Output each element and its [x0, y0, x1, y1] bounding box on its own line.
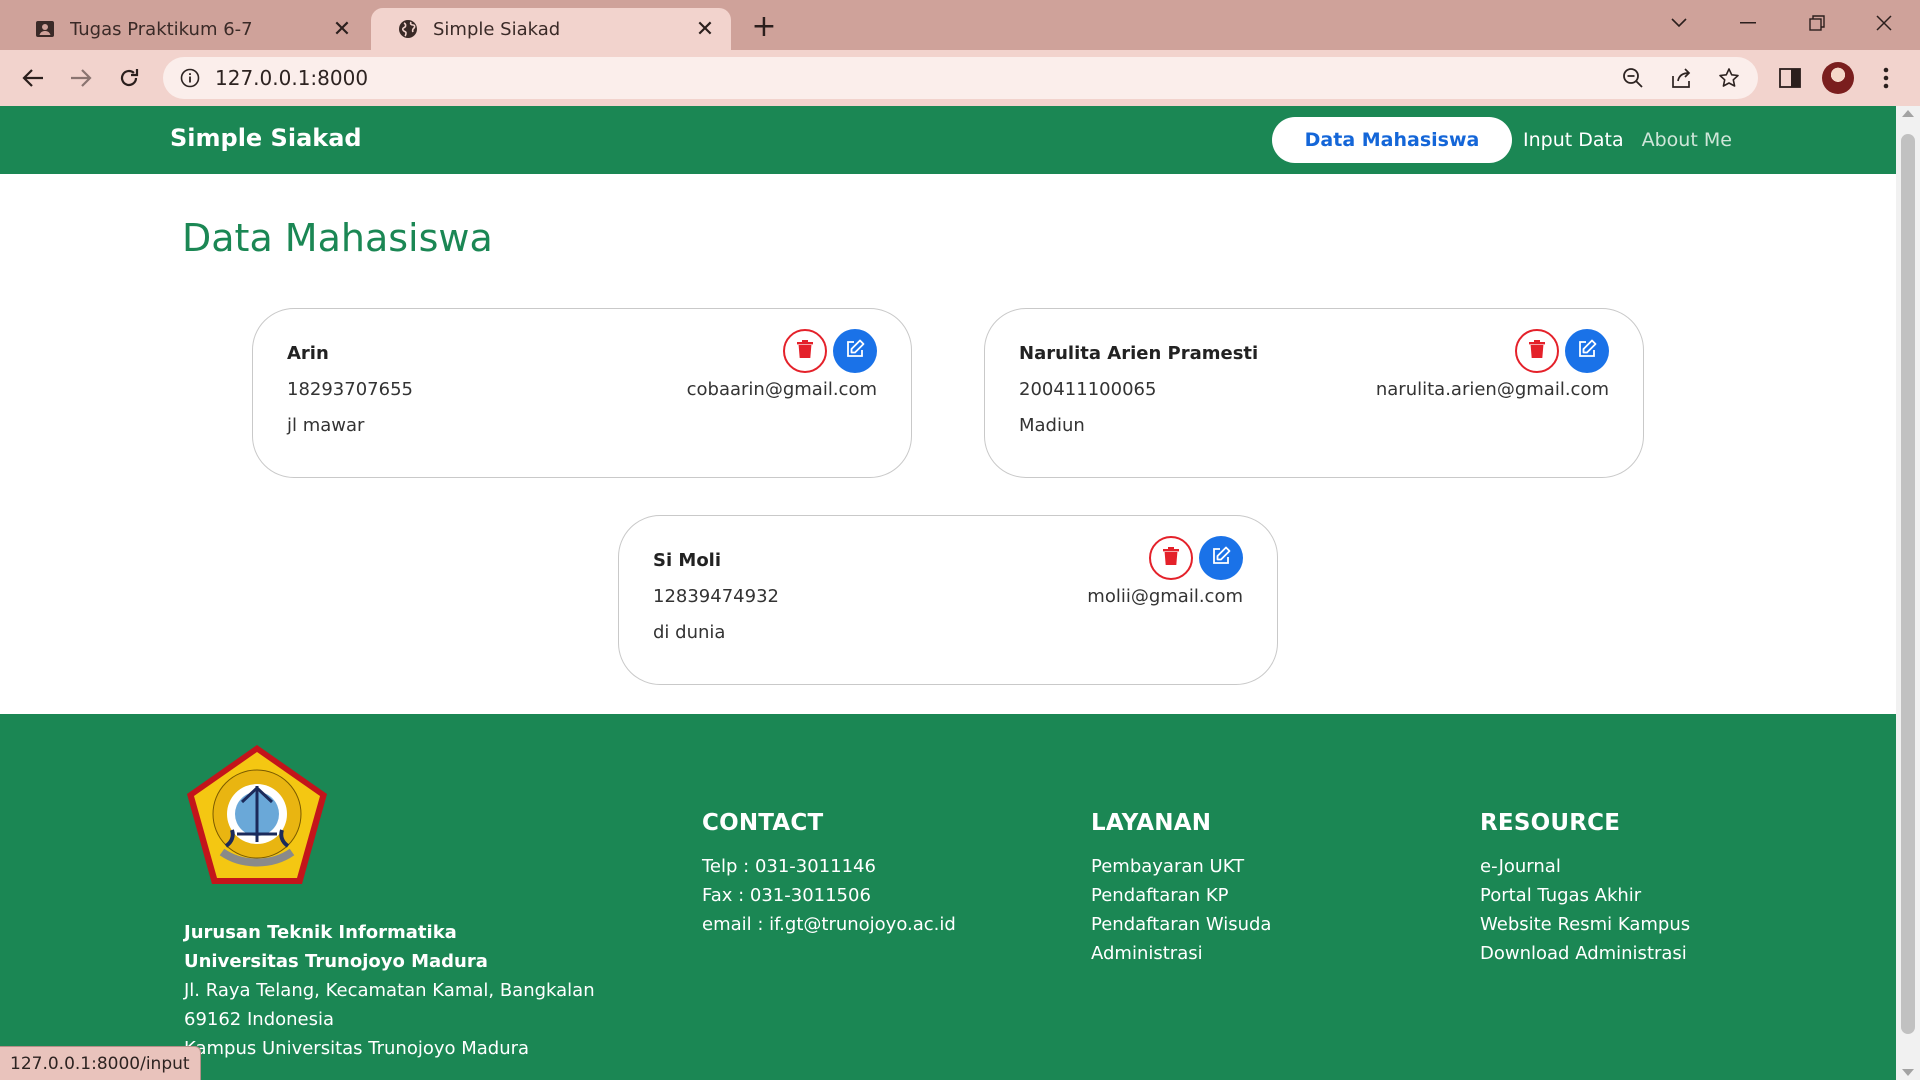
- student-name: Narulita Arien Pramesti: [1019, 343, 1259, 364]
- close-icon[interactable]: ✕: [330, 17, 354, 42]
- tab-tugas-praktikum[interactable]: Tugas Praktikum 6-7 ✕: [8, 8, 368, 50]
- student-nim: 18293707655: [287, 379, 413, 400]
- browser-toolbar: 127.0.0.1:8000: [0, 50, 1920, 106]
- footer-resource-heading: RESOURCE: [1480, 810, 1621, 836]
- scrollbar-thumb[interactable]: [1901, 134, 1915, 1034]
- footer-contact-item: Telp : 031-3011146: [702, 856, 876, 877]
- footer-contact-item: email : if.gt@trunojoyo.ac.id: [702, 914, 956, 935]
- share-icon[interactable]: [1663, 57, 1699, 99]
- footer-layanan-link[interactable]: Pembayaran UKT: [1091, 852, 1271, 881]
- contact-card-icon: [34, 18, 56, 40]
- edit-icon: [845, 339, 865, 363]
- university-logo: [182, 742, 332, 890]
- vertical-scrollbar[interactable]: [1896, 106, 1920, 1080]
- status-url-bubble: 127.0.0.1:8000/input: [0, 1046, 201, 1080]
- profile-avatar[interactable]: [1820, 60, 1856, 96]
- footer-contact-heading: CONTACT: [702, 810, 824, 836]
- scroll-up-icon[interactable]: [1902, 110, 1914, 117]
- tab-strip: Tugas Praktikum 6-7 ✕ Simple Siakad ✕ +: [0, 0, 1920, 50]
- student-address: di dunia: [653, 622, 726, 643]
- edit-icon: [1577, 339, 1597, 363]
- student-card: Arin 18293707655 jl mawar cobaarin@gmail…: [252, 308, 912, 478]
- site-navbar: Simple Siakad Data Mahasiswa Input Data …: [0, 106, 1896, 174]
- site-info-icon[interactable]: [179, 67, 201, 89]
- student-email: molii@gmail.com: [1087, 586, 1243, 607]
- browser-chrome: Tugas Praktikum 6-7 ✕ Simple Siakad ✕ +: [0, 0, 1920, 106]
- student-email: cobaarin@gmail.com: [686, 379, 877, 400]
- footer-contact: CONTACT Telp : 031-3011146 Fax : 031-301…: [702, 810, 956, 939]
- nav-links: Data Mahasiswa Input Data About Me: [1272, 117, 1732, 163]
- page-title: Data Mahasiswa: [182, 216, 493, 260]
- footer-layanan-link[interactable]: Pendaftaran KP: [1091, 881, 1271, 910]
- tab-title: Tugas Praktikum 6-7: [70, 18, 253, 40]
- footer-contact-item: Fax : 031-3011506: [702, 885, 871, 906]
- restore-icon[interactable]: [1797, 8, 1837, 38]
- bookmark-star-icon[interactable]: [1711, 57, 1747, 99]
- delete-button[interactable]: [1149, 536, 1193, 580]
- footer-layanan-link[interactable]: Administrasi: [1091, 939, 1271, 968]
- side-panel-icon[interactable]: [1772, 60, 1808, 96]
- globe-icon: [397, 18, 419, 40]
- student-nim: 200411100065: [1019, 379, 1157, 400]
- web-page: Simple Siakad Data Mahasiswa Input Data …: [0, 106, 1896, 1080]
- footer-resource-link[interactable]: Portal Tugas Akhir: [1480, 881, 1690, 910]
- trash-icon: [1529, 340, 1545, 362]
- window-close-icon[interactable]: [1864, 8, 1904, 38]
- kebab-menu-icon[interactable]: [1868, 60, 1904, 96]
- tab-search-chevron-icon[interactable]: [1659, 8, 1699, 38]
- edit-button[interactable]: [833, 329, 877, 373]
- footer-address-line: Kampus Universitas Trunojoyo Madura: [184, 1038, 530, 1059]
- footer-address-line: 69162 Indonesia: [184, 1009, 335, 1030]
- student-card: Narulita Arien Pramesti 200411100065 Mad…: [984, 308, 1644, 478]
- tab-title: Simple Siakad: [433, 18, 561, 40]
- trash-icon: [797, 340, 813, 362]
- edit-button[interactable]: [1199, 536, 1243, 580]
- footer-org-university: Universitas Trunojoyo Madura: [184, 951, 488, 972]
- footer-resource-link[interactable]: Download Administrasi: [1480, 939, 1690, 968]
- student-card: Si Moli 12839474932 di dunia molii@gmail…: [618, 515, 1278, 685]
- new-tab-button[interactable]: +: [748, 9, 780, 44]
- nav-data-mahasiswa[interactable]: Data Mahasiswa: [1272, 117, 1512, 163]
- student-address: jl mawar: [287, 415, 365, 436]
- footer-layanan: LAYANAN Pembayaran UKT Pendaftaran KP Pe…: [1091, 810, 1271, 968]
- delete-button[interactable]: [1515, 329, 1559, 373]
- student-address: Madiun: [1019, 415, 1085, 436]
- url-text[interactable]: 127.0.0.1:8000: [215, 66, 1758, 90]
- student-nim: 12839474932: [653, 586, 779, 607]
- footer-org-department: Jurusan Teknik Informatika: [184, 922, 457, 943]
- scroll-down-icon[interactable]: [1902, 1069, 1914, 1076]
- back-arrow-icon[interactable]: [15, 60, 51, 96]
- edit-icon: [1211, 546, 1231, 570]
- student-name: Si Moli: [653, 550, 722, 571]
- footer-resource: RESOURCE e-Journal Portal Tugas Akhir We…: [1480, 810, 1690, 968]
- student-name: Arin: [287, 343, 329, 364]
- footer-layanan-link[interactable]: Pendaftaran Wisuda: [1091, 910, 1271, 939]
- footer-resource-link[interactable]: e-Journal: [1480, 852, 1690, 881]
- close-icon[interactable]: ✕: [693, 17, 717, 42]
- minimize-icon[interactable]: [1728, 8, 1768, 38]
- tab-simple-siakad[interactable]: Simple Siakad ✕: [371, 8, 731, 50]
- forward-arrow-icon[interactable]: [63, 60, 99, 96]
- brand-logo-text[interactable]: Simple Siakad: [170, 124, 362, 152]
- nav-about-me[interactable]: About Me: [1642, 129, 1732, 151]
- trash-icon: [1163, 547, 1179, 569]
- edit-button[interactable]: [1565, 329, 1609, 373]
- site-footer: Jurusan Teknik Informatika Universitas T…: [0, 714, 1896, 1080]
- footer-address-line: Jl. Raya Telang, Kecamatan Kamal, Bangka…: [184, 980, 595, 1001]
- zoom-icon[interactable]: [1615, 57, 1651, 99]
- address-bar[interactable]: 127.0.0.1:8000: [163, 57, 1758, 99]
- footer-layanan-heading: LAYANAN: [1091, 810, 1212, 836]
- delete-button[interactable]: [783, 329, 827, 373]
- footer-resource-link[interactable]: Website Resmi Kampus: [1480, 910, 1690, 939]
- reload-icon[interactable]: [111, 60, 147, 96]
- nav-input-data[interactable]: Input Data: [1523, 129, 1624, 151]
- student-email: narulita.arien@gmail.com: [1375, 379, 1609, 400]
